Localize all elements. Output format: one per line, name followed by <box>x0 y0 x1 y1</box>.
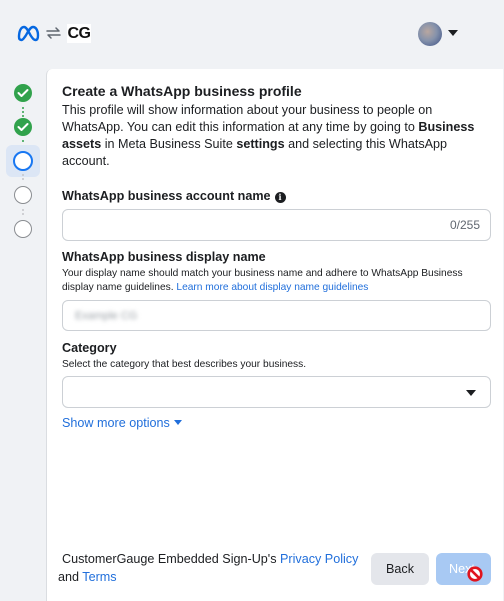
top-bar: CG <box>0 0 504 68</box>
meta-logo-icon <box>17 25 40 42</box>
character-counter: 0/255 <box>449 218 480 232</box>
step-incomplete-icon <box>14 186 32 204</box>
step-indicator <box>0 70 46 601</box>
step-complete-icon <box>14 118 32 136</box>
chevron-down-icon[interactable] <box>448 30 458 36</box>
step-connector <box>22 209 24 211</box>
account-name-label: WhatsApp business account name i <box>62 189 286 203</box>
step-connector <box>22 107 24 109</box>
back-button[interactable]: Back <box>371 553 429 585</box>
step-connector <box>22 213 24 215</box>
step-connector <box>22 115 24 117</box>
privacy-policy-link[interactable]: Privacy Policy <box>280 552 358 566</box>
category-help: Select the category that best describes … <box>62 359 307 370</box>
footer-legal-text: CustomerGauge Embedded Sign-Up's Privacy… <box>58 552 359 584</box>
page-title: Create a WhatsApp business profile <box>62 83 302 99</box>
category-label: Category <box>62 341 117 355</box>
display-name-label: WhatsApp business display name <box>62 250 266 264</box>
display-name-help: Your display name should match your busi… <box>62 268 463 293</box>
avatar[interactable] <box>418 22 442 46</box>
form-panel: Create a WhatsApp business profile This … <box>46 69 503 601</box>
terms-link[interactable]: Terms <box>82 570 116 584</box>
step-complete-icon <box>14 84 32 102</box>
step-connector <box>22 174 24 176</box>
info-icon[interactable]: i <box>274 192 286 203</box>
intro-text: This profile will show information about… <box>62 103 475 168</box>
step-incomplete-icon <box>14 220 32 238</box>
display-name-guidelines-link[interactable]: Learn more about display name guidelines <box>176 282 368 293</box>
chevron-down-icon <box>466 390 476 396</box>
app-logo: CG <box>67 24 91 43</box>
step-current-icon <box>13 151 33 171</box>
chevron-down-icon <box>173 420 182 425</box>
category-select[interactable] <box>62 376 491 408</box>
account-name-input[interactable]: 0/255 <box>62 209 491 241</box>
step-connector <box>22 178 24 180</box>
step-connector <box>22 111 24 113</box>
not-allowed-cursor-icon <box>467 566 483 582</box>
swap-arrows-icon <box>46 27 61 39</box>
step-connector <box>22 140 24 142</box>
display-name-input[interactable]: Example CG <box>62 300 491 331</box>
show-more-options-link[interactable]: Show more options <box>62 416 182 430</box>
display-name-value: Example CG <box>75 310 138 322</box>
